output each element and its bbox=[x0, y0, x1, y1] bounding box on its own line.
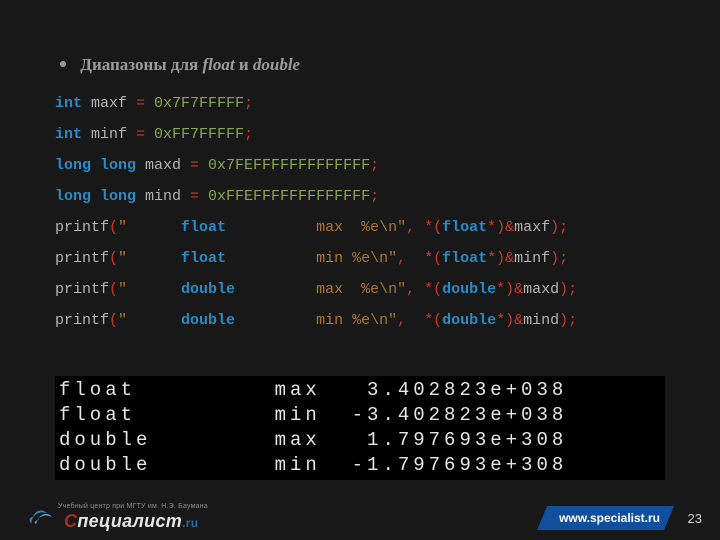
code-line-8: printf(" double min %e\n", *(double*)&mi… bbox=[55, 313, 680, 328]
slide-title: Диапазоны для float и double bbox=[60, 54, 680, 76]
logo-text: Специалист.ru bbox=[64, 511, 198, 532]
slide-footer: Учебный центр при МГТУ им. Н.Э. Баумана … bbox=[0, 496, 720, 540]
code-line-7: printf(" double max %e\n", *(double*)&ma… bbox=[55, 282, 680, 297]
bullet-icon bbox=[60, 61, 66, 67]
code-line-3: long long maxd = 0x7FEFFFFFFFFFFFFF; bbox=[55, 158, 680, 173]
code-line-1: int maxf = 0x7F7FFFFF; bbox=[55, 96, 680, 111]
code-line-4: long long mind = 0xFFEFFFFFFFFFFFFF; bbox=[55, 189, 680, 204]
title-text: Диапазоны для float и double bbox=[80, 55, 300, 74]
code-block: int maxf = 0x7F7FFFFF; int minf = 0xFF7F… bbox=[55, 96, 680, 344]
slide: Диапазоны для float и double int maxf = … bbox=[0, 0, 720, 540]
console-output: float max 3.402823e+038 float min -3.402… bbox=[55, 376, 665, 480]
logo-mark-icon bbox=[28, 505, 62, 527]
page-number: 23 bbox=[688, 511, 702, 526]
logo: Специалист.ru bbox=[28, 505, 198, 532]
code-line-5: printf(" float max %e\n", *(float*)&maxf… bbox=[55, 220, 680, 235]
url-badge: www.specialist.ru bbox=[537, 506, 674, 530]
code-line-6: printf(" float min %e\n", *(float*)&minf… bbox=[55, 251, 680, 266]
code-line-2: int minf = 0xFF7FFFFF; bbox=[55, 127, 680, 142]
